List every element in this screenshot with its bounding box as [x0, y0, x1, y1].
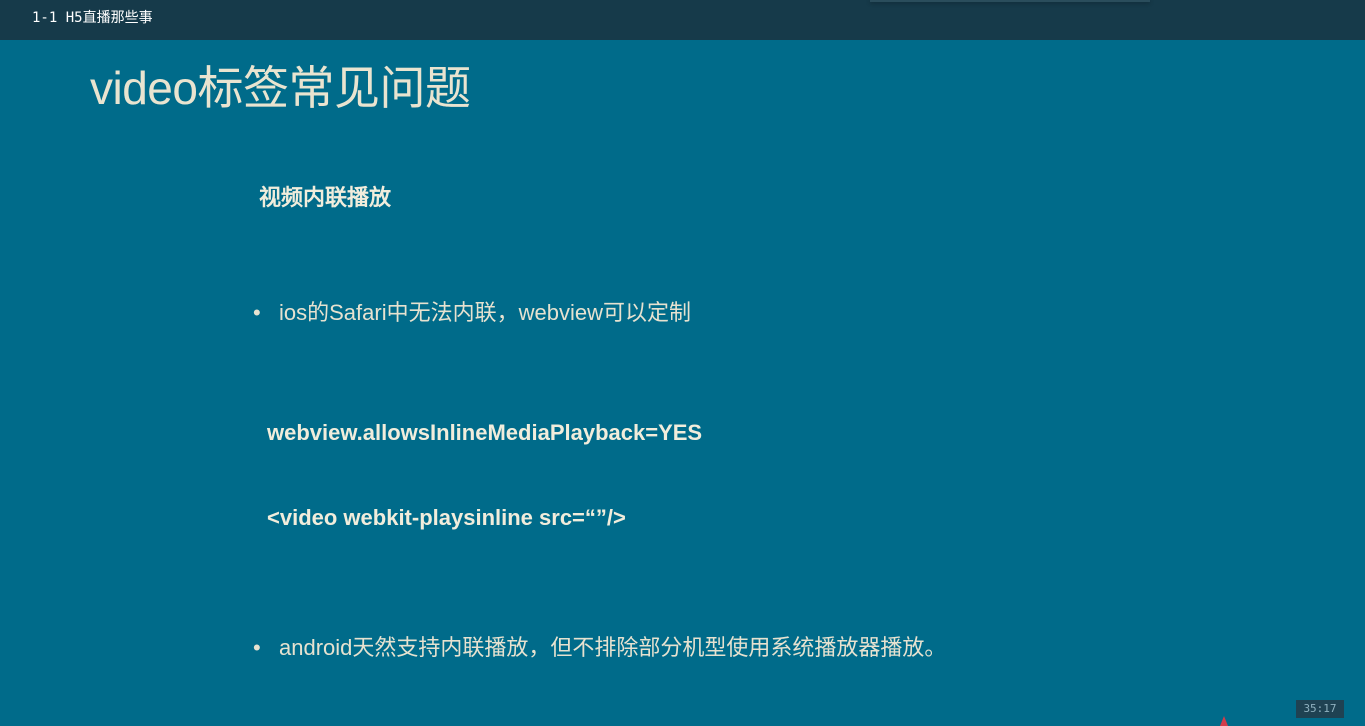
- slide: video标签常见问题 视频内联播放 • ios的Safari中无法内联，webv…: [0, 40, 1365, 726]
- bullet-item-ios: • ios的Safari中无法内联，webview可以定制: [253, 295, 691, 327]
- topbar-divider: [870, 0, 1150, 2]
- playback-timestamp: 35:17: [1296, 700, 1344, 718]
- bullet-text: android天然支持内联播放，但不排除部分机型使用系统播放器播放。: [279, 635, 947, 660]
- code-line-webview: webview.allowsInlineMediaPlayback=YES: [267, 420, 703, 445]
- title-bar: 1-1 H5直播那些事: [0, 0, 1365, 40]
- bullet-dot-icon: •: [253, 635, 261, 660]
- video-title: 1-1 H5直播那些事: [32, 10, 153, 26]
- cursor-icon: [1220, 716, 1228, 726]
- bullet-dot-icon: •: [253, 300, 261, 325]
- bullet-item-android: • android天然支持内联播放，但不排除部分机型使用系统播放器播放。: [253, 630, 946, 662]
- code-line-video-tag: <video webkit-playsinline src=“”/>: [267, 505, 626, 530]
- section-heading: 视频内联播放: [259, 185, 392, 210]
- slide-title: video标签常见问题: [90, 62, 471, 114]
- bullet-text: ios的Safari中无法内联，webview可以定制: [279, 300, 691, 325]
